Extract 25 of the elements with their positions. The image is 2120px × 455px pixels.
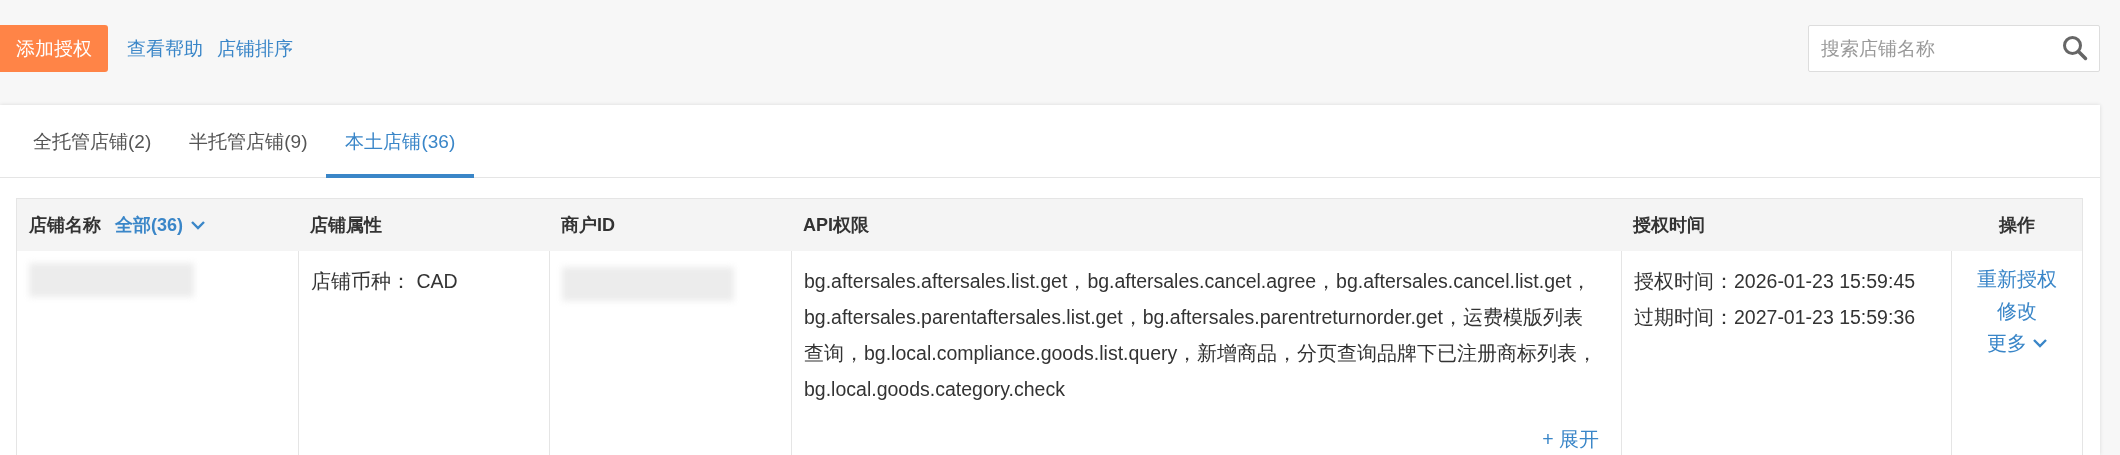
- chevron-down-icon: [191, 220, 205, 230]
- header-text: 店铺名称: [29, 214, 101, 237]
- table-cell-text: 店铺币种： CAD: [311, 269, 458, 294]
- header-text: 店铺属性: [310, 214, 382, 237]
- header-text: API权限: [803, 214, 869, 237]
- store-tab[interactable]: 本土店铺(36): [326, 105, 475, 178]
- action-link[interactable]: 修改: [1997, 295, 2037, 327]
- toolbar-link[interactable]: 查看帮助: [127, 25, 203, 72]
- api-permissions-text: bg.aftersales.aftersales.list.get，bg.aftersales.cancel.agree，bg.aftersales.cancel.list.get，bg.aftersales.parentaftersales.list.get，bg.aftersales.parentreturnorder.get，运费模版列表查询，bg.local.compliance.goods.list.query，新增商品，分页查询品牌下已注册商标列表，bg.local.goods.category.check: [804, 269, 1599, 402]
- time-text: 授权时间：2026-01-23 15:59:45: [1634, 269, 1916, 294]
- search-field[interactable]: 搜索店铺名称: [1808, 25, 2100, 72]
- action-link[interactable]: 更多: [1987, 327, 2047, 359]
- store-tab[interactable]: 全托管店铺(2): [14, 105, 171, 178]
- header-text: 操作: [1998, 214, 2035, 237]
- search-icon[interactable]: [2062, 35, 2088, 61]
- store-tab[interactable]: 半托管店铺(9): [170, 105, 327, 178]
- header-text: 授权时间: [1633, 214, 1705, 237]
- header-text: 商户ID: [561, 214, 615, 237]
- time-text: 过期时间：2027-01-23 15:59:36: [1634, 305, 1916, 330]
- add-authorization-button[interactable]: 添加授权: [0, 25, 108, 72]
- chevron-down-icon: [2033, 338, 2047, 348]
- filter-dropdown[interactable]: 全部(36): [115, 213, 205, 237]
- action-link[interactable]: 重新授权: [1977, 263, 2057, 295]
- toolbar-link[interactable]: 店铺排序: [217, 25, 293, 72]
- expand-link[interactable]: + 展开: [1542, 421, 1599, 455]
